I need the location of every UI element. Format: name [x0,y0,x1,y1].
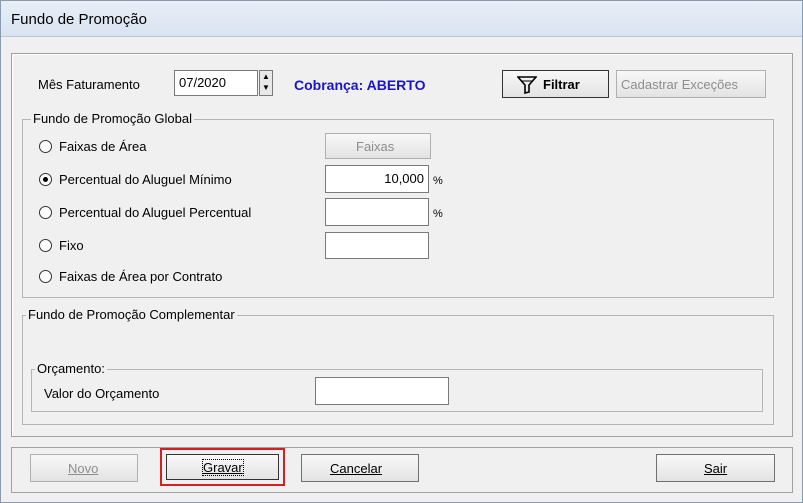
footer-panel: Novo Gravar Cancelar Sair [11,447,793,493]
mes-spinner[interactable]: ▲ ▼ [259,70,273,96]
mes-faturamento-input[interactable]: 07/2020 [174,70,258,96]
radio-fixo[interactable] [39,239,52,252]
fundo-global-title: Fundo de Promoção Global [31,111,194,126]
cancelar-label: Cancelar [330,461,383,476]
faixas-button[interactable]: Faixas [325,133,431,159]
radio-faixas-contrato[interactable] [39,270,52,283]
spinner-down-icon[interactable]: ▼ [262,83,270,92]
filter-icon [517,76,537,94]
radio-faixas-area-label: Faixas de Área [59,139,147,154]
radio-percentual-percentual[interactable] [39,206,52,219]
mes-faturamento-value: 07/2020 [179,75,226,90]
fundo-global-group: Fundo de Promoção Global Faixas de Área … [22,111,774,298]
percent-symbol-2: % [433,208,443,220]
cadastrar-excecoes-label: Cadastrar Exceções [621,77,739,92]
percentual-percentual-input[interactable] [325,198,429,226]
radio-percentual-minimo[interactable] [39,173,52,186]
radio-fixo-label: Fixo [59,238,84,253]
percentual-minimo-value: 10,000 [384,171,424,186]
spinner-up-icon[interactable]: ▲ [262,72,270,81]
sair-button[interactable]: Sair [656,454,775,482]
fundo-promocao-window: Fundo de Promoção Mês Faturamento 07/202… [0,0,803,503]
title-bar: Fundo de Promoção [1,1,802,37]
main-panel: Mês Faturamento 07/2020 ▲ ▼ Cobrança: AB… [11,53,793,437]
fixo-input[interactable] [325,232,429,259]
radio-selected-dot [43,177,48,182]
filtrar-label: Filtrar [543,77,580,92]
faixas-button-label: Faixas [356,139,395,154]
radio-faixas-area[interactable] [39,140,52,153]
cancelar-button[interactable]: Cancelar [301,454,419,482]
orcamento-title: Orçamento: [35,361,107,376]
radio-percentual-minimo-label: Percentual do Aluguel Mínimo [59,172,232,187]
radio-faixas-contrato-label: Faixas de Área por Contrato [59,269,223,284]
orcamento-group: Orçamento: Valor do Orçamento [31,361,763,412]
gravar-button[interactable]: Gravar [166,454,279,480]
percentual-minimo-input[interactable]: 10,000 [325,165,429,193]
novo-label: Novo [68,461,99,476]
valor-orcamento-label: Valor do Orçamento [44,386,160,401]
gravar-label: Gravar [202,459,244,476]
cadastrar-excecoes-button[interactable]: Cadastrar Exceções [616,70,766,98]
valor-orcamento-input[interactable] [315,377,449,405]
filtrar-button[interactable]: Filtrar [502,70,609,98]
percent-symbol-1: % [433,175,443,187]
sair-label: Sair [704,461,728,476]
window-title: Fundo de Promoção [11,11,147,28]
fundo-complementar-group: Fundo de Promoção Complementar Orçamento… [22,307,774,425]
novo-button[interactable]: Novo [30,454,138,482]
mes-faturamento-label: Mês Faturamento [38,77,140,92]
fundo-complementar-title: Fundo de Promoção Complementar [26,307,237,322]
cobranca-status: Cobrança: ABERTO [294,77,426,93]
radio-percentual-percentual-label: Percentual do Aluguel Percentual [59,205,252,220]
